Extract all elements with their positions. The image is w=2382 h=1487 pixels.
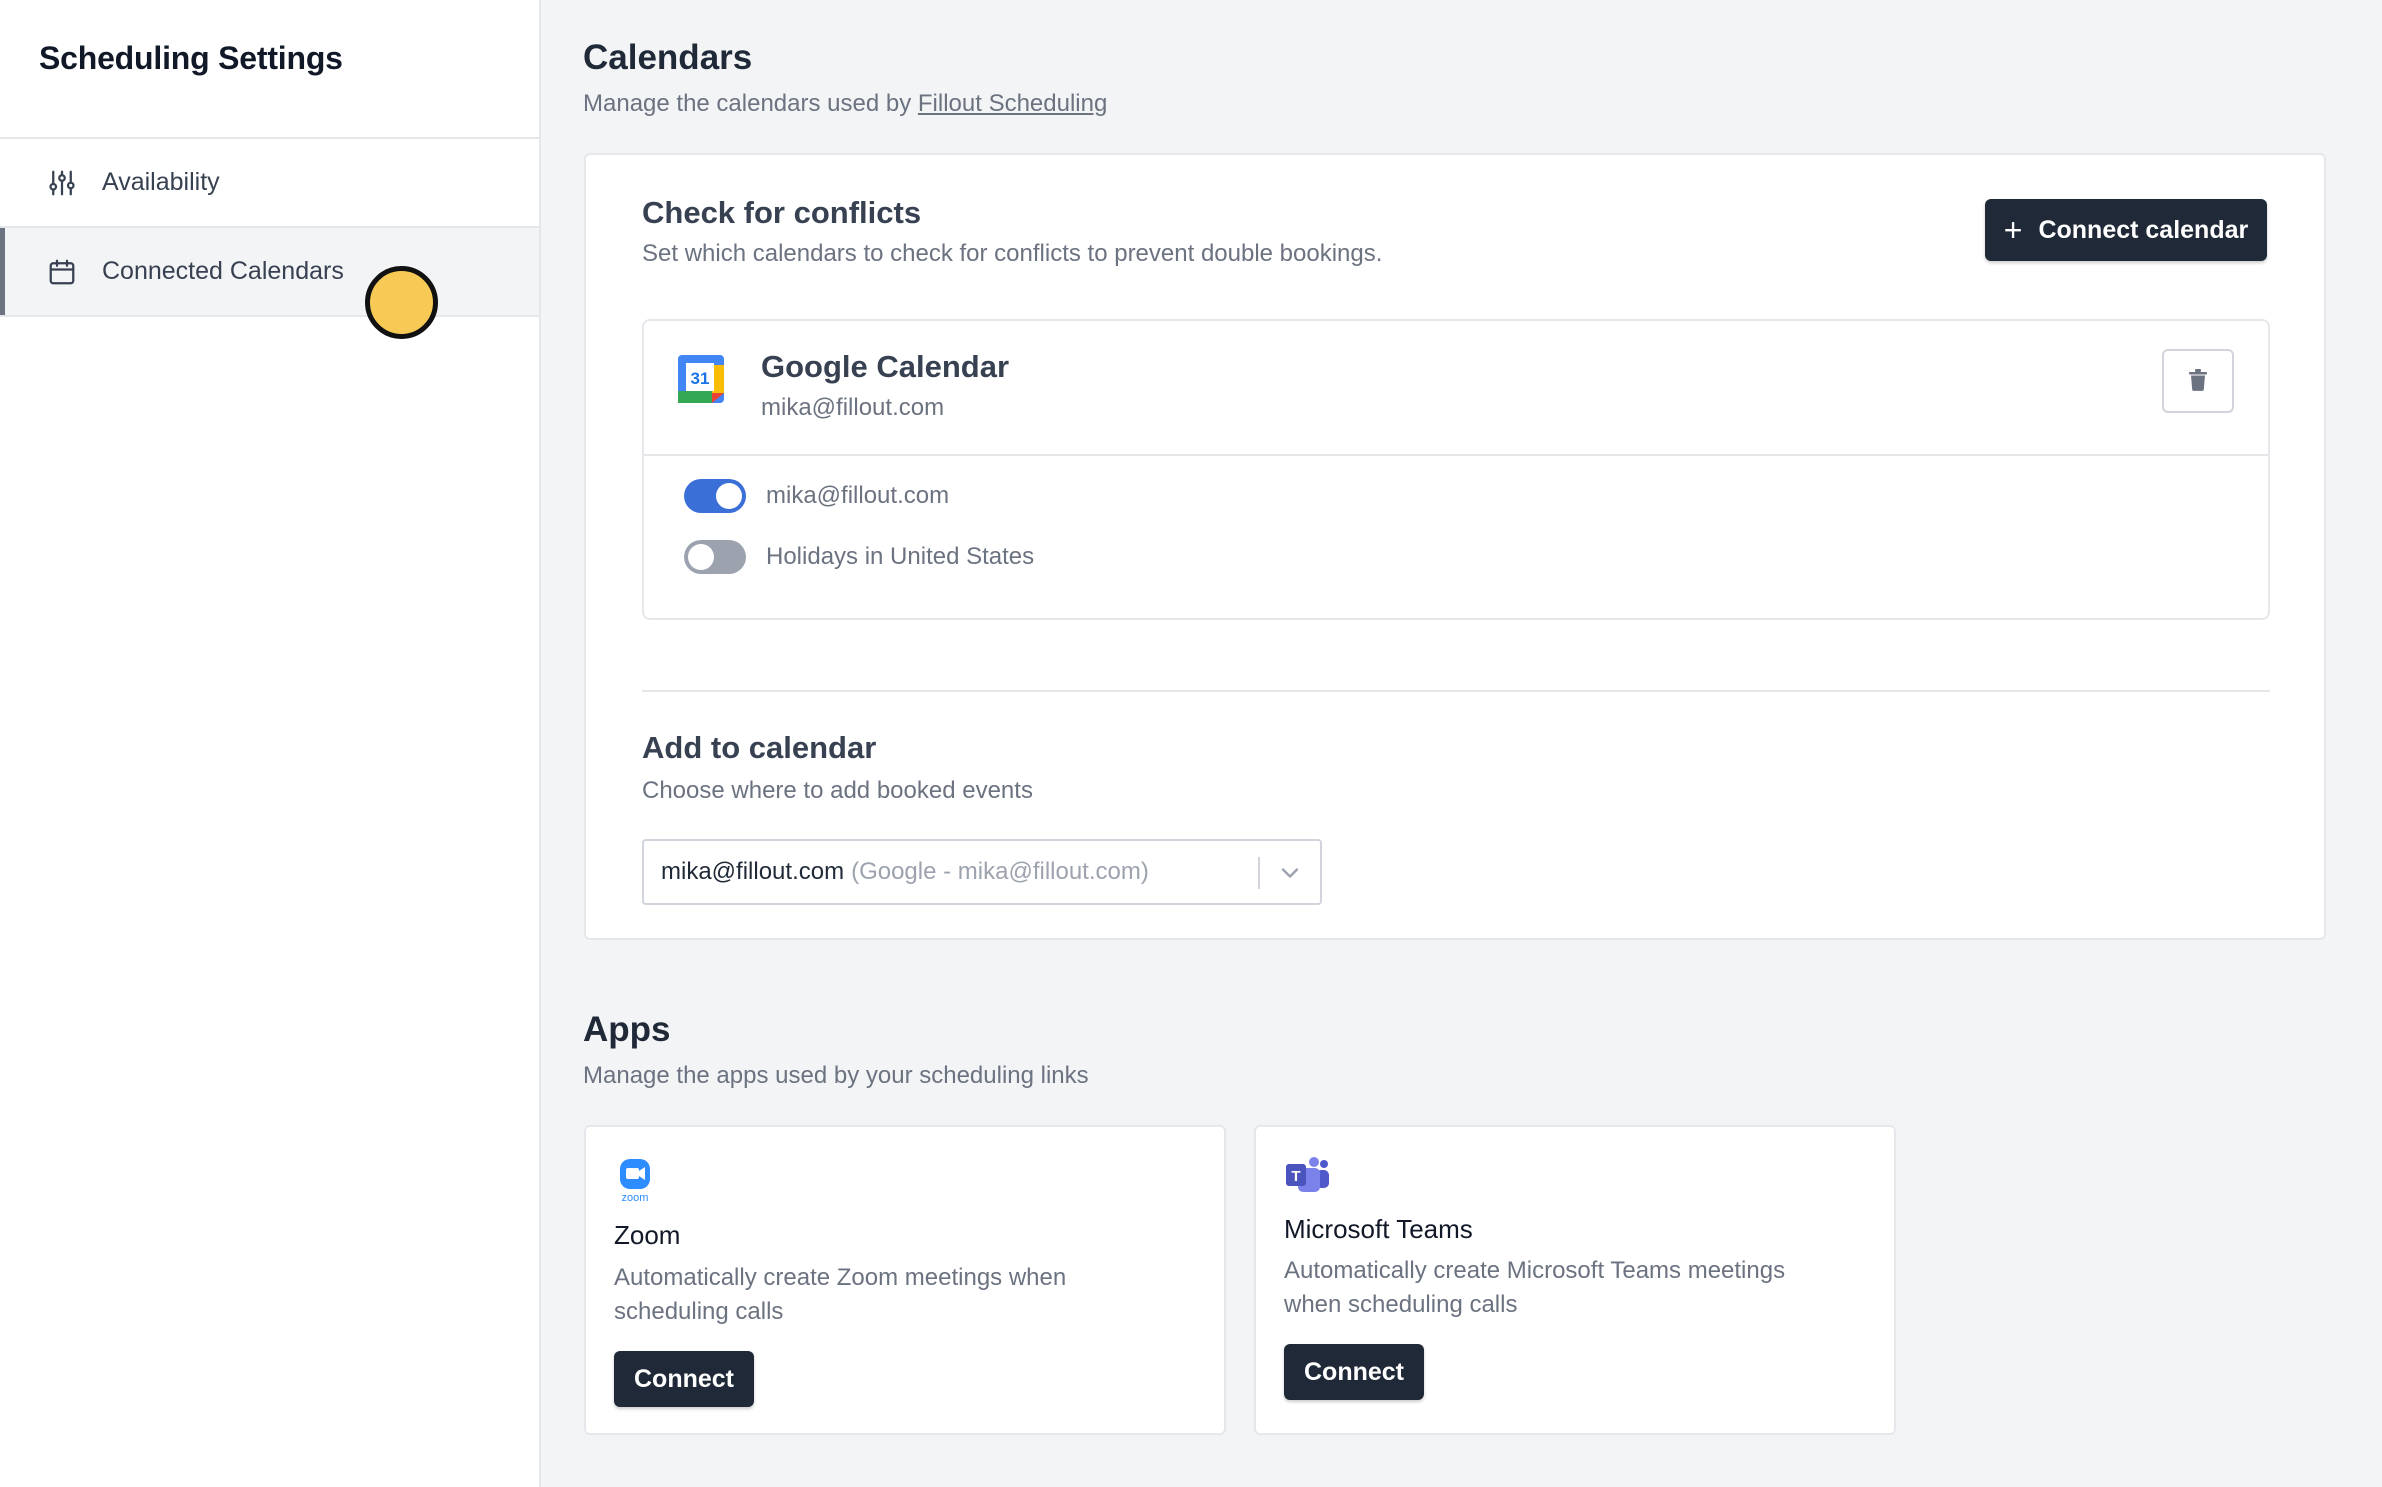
app-card-microsoft-teams: T Microsoft Teams Automatically create M…: [1254, 1125, 1896, 1435]
fillout-scheduling-link[interactable]: Fillout Scheduling: [918, 90, 1107, 117]
calendar-toggle-label: Holidays in United States: [766, 543, 1035, 570]
calendar-toggle-holidays[interactable]: [684, 540, 746, 574]
teams-connect-button[interactable]: Connect: [1284, 1344, 1424, 1400]
select-separator: [1258, 857, 1260, 889]
app-name: Microsoft Teams: [1284, 1214, 1473, 1244]
calendar-toggle-label: mika@fillout.com: [766, 482, 950, 509]
account-name: Google Calendar: [761, 349, 1010, 384]
connect-calendar-button[interactable]: + Connect calendar: [1985, 199, 2267, 261]
sidebar: Scheduling Settings Availability Connect…: [0, 0, 541, 1487]
plus-icon: +: [2003, 212, 2023, 248]
conflicts-subtitle: Set which calendars to check for conflic…: [642, 240, 1383, 267]
zoom-icon: zoom: [614, 1157, 660, 1204]
calendar-toggle-row: mika@fillout.com: [684, 479, 949, 513]
calendar-toggle-primary[interactable]: [684, 479, 746, 513]
zoom-logo-text: zoom: [622, 1192, 649, 1203]
sidebar-item-availability[interactable]: Availability: [0, 139, 539, 228]
app-name: Zoom: [614, 1220, 681, 1250]
app-card-zoom: zoom Zoom Automatically create Zoom meet…: [584, 1125, 1226, 1435]
account-email: mika@fillout.com: [761, 394, 945, 421]
toggle-knob: [688, 544, 714, 570]
calendar-icon: [46, 256, 78, 288]
cursor-indicator: [365, 266, 438, 339]
add-to-calendar-select[interactable]: mika@fillout.com (Google - mika@fillout.…: [642, 839, 1322, 905]
section-divider: [642, 690, 2270, 692]
sidebar-header: Scheduling Settings: [0, 0, 539, 139]
microsoft-teams-icon: T: [1284, 1153, 1330, 1199]
account-header: 31 Google Calendar mika@fillout.com: [644, 321, 2268, 456]
apps-title: Apps: [583, 1010, 671, 1049]
sidebar-title: Scheduling Settings: [39, 40, 343, 76]
trash-icon: [2188, 368, 2208, 394]
calendars-header: Calendars Manage the calendars used by F…: [583, 38, 1107, 118]
apps-header: Apps Manage the apps used by your schedu…: [583, 1010, 1089, 1090]
sidebar-item-label: Availability: [102, 168, 220, 196]
app-description: Automatically create Zoom meetings when …: [614, 1264, 1067, 1325]
add-to-calendar-subtitle: Choose where to add booked events: [642, 777, 1033, 804]
calendars-subtitle-text: Manage the calendars used by: [583, 90, 918, 117]
zoom-connect-button[interactable]: Connect: [614, 1351, 754, 1407]
add-to-calendar-title: Add to calendar: [642, 730, 877, 765]
sliders-icon: [46, 167, 78, 199]
chevron-down-icon[interactable]: [1276, 859, 1304, 887]
calendar-logo-day: 31: [691, 369, 710, 388]
select-detail: (Google - mika@fillout.com): [851, 858, 1149, 885]
calendars-subtitle: Manage the calendars used by Fillout Sch…: [583, 90, 1107, 118]
google-calendar-account: 31 Google Calendar mika@fillout.com mika…: [642, 319, 2270, 620]
calendar-toggle-row: Holidays in United States: [684, 540, 1034, 574]
remove-account-button[interactable]: [2162, 349, 2234, 413]
sidebar-item-connected-calendars[interactable]: Connected Calendars: [0, 228, 539, 317]
connect-calendar-label: Connect calendar: [2038, 215, 2249, 244]
app-description: Automatically create Microsoft Teams mee…: [1284, 1257, 1786, 1318]
apps-subtitle: Manage the apps used by your scheduling …: [583, 1062, 1089, 1089]
toggle-knob: [716, 483, 742, 509]
select-value: mika@fillout.com: [661, 858, 845, 885]
calendars-card: Check for conflicts Set which calendars …: [584, 153, 2326, 940]
conflicts-title: Check for conflicts: [642, 195, 922, 230]
sidebar-item-label: Connected Calendars: [102, 257, 344, 285]
calendars-title: Calendars: [583, 38, 753, 77]
google-calendar-icon: 31: [678, 355, 724, 403]
teams-logo-text: T: [1291, 1168, 1300, 1185]
